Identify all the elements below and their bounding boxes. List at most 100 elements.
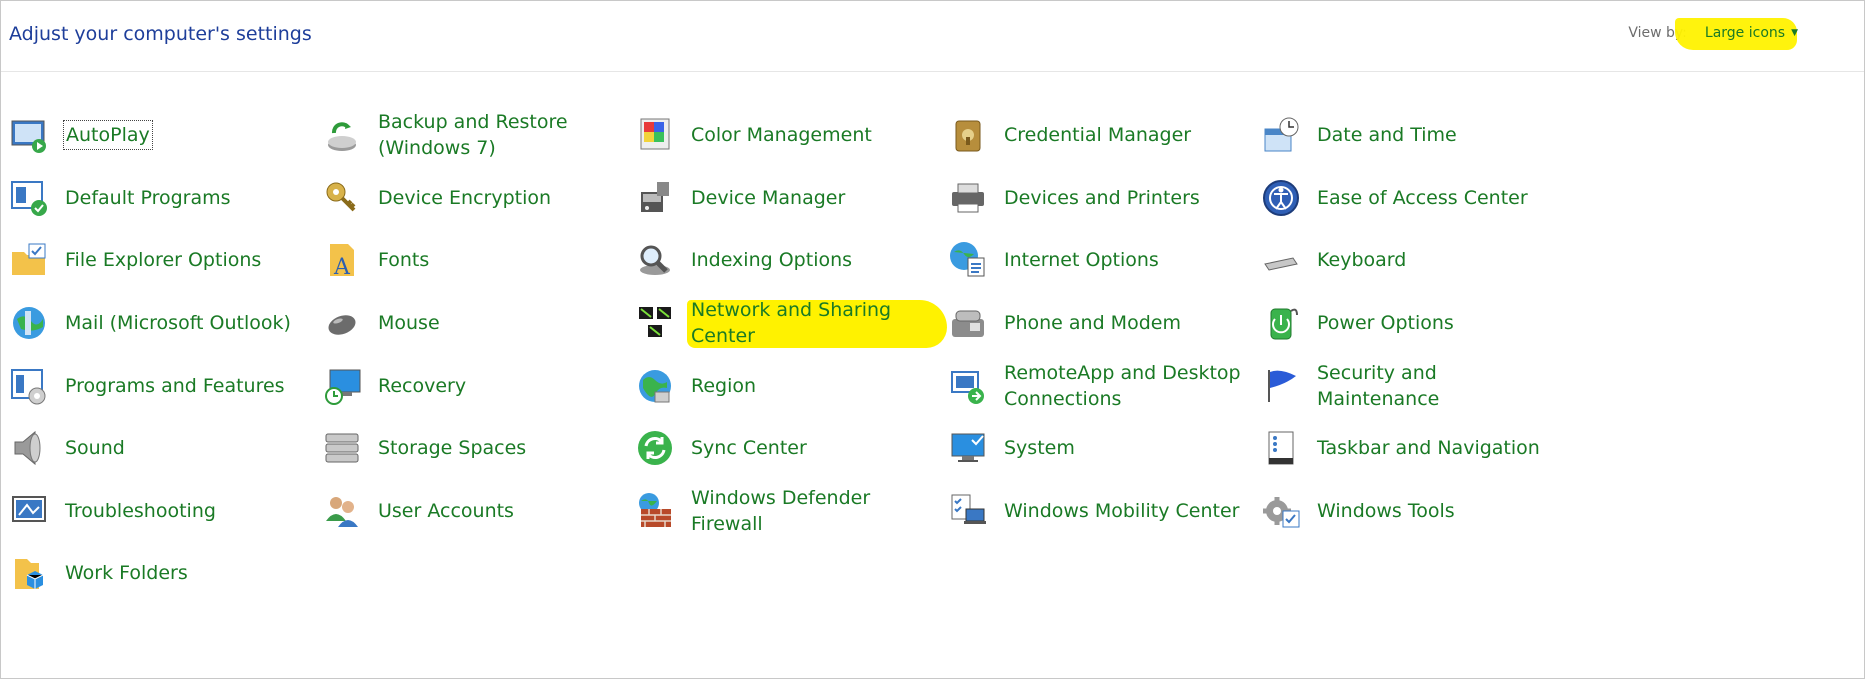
settings-item-label: User Accounts (378, 499, 514, 522)
settings-item-phone-modem[interactable]: Phone and Modem (948, 292, 1261, 355)
user-accounts-icon (322, 491, 362, 531)
device-encryption-icon (322, 178, 362, 218)
settings-item-security-maintenance[interactable]: Security and Maintenance (1261, 354, 1574, 417)
troubleshooting-icon (9, 491, 49, 531)
settings-item-autoplay[interactable]: AutoPlay (9, 104, 322, 167)
work-folders-icon (9, 553, 49, 593)
security-maintenance-icon (1261, 366, 1301, 406)
settings-item-mobility-center[interactable]: Windows Mobility Center (948, 480, 1261, 543)
remoteapp-icon (948, 366, 988, 406)
settings-item-devices-printers[interactable]: Devices and Printers (948, 167, 1261, 230)
recovery-icon (322, 366, 362, 406)
settings-item-mail[interactable]: Mail (Microsoft Outlook) (9, 292, 322, 355)
settings-item-system[interactable]: System (948, 417, 1261, 480)
network-sharing-icon (635, 303, 675, 343)
settings-item-device-manager[interactable]: Device Manager (635, 167, 948, 230)
settings-item-storage-spaces[interactable]: Storage Spaces (322, 417, 635, 480)
view-by-control: View by: Large icons ▼ (1628, 18, 1802, 50)
backup-restore-icon (322, 115, 362, 155)
settings-item-label: Power Options (1317, 312, 1454, 335)
ease-of-access-icon (1261, 178, 1301, 218)
settings-item-power-options[interactable]: Power Options (1261, 292, 1574, 355)
settings-item-backup-restore[interactable]: Backup and Restore (Windows 7) (322, 104, 635, 167)
settings-item-sync-center[interactable]: Sync Center (635, 417, 948, 480)
settings-item-programs-features[interactable]: Programs and Features (9, 354, 322, 417)
color-management-icon (635, 115, 675, 155)
mail-icon (9, 303, 49, 343)
settings-item-label: Recovery (378, 374, 467, 397)
settings-item-label: Sync Center (691, 437, 807, 460)
svg-text:A: A (333, 255, 351, 280)
settings-item-default-programs[interactable]: Default Programs (9, 167, 322, 230)
settings-item-label: Fonts (378, 249, 430, 272)
settings-item-internet-options[interactable]: Internet Options (948, 229, 1261, 292)
settings-grid: AutoPlay Backup and Restore (Windows 7) … (9, 104, 1574, 605)
settings-item-mouse[interactable]: Mouse (322, 292, 635, 355)
settings-item-label: Internet Options (1004, 249, 1159, 272)
settings-item-date-time[interactable]: Date and Time (1261, 104, 1574, 167)
settings-item-label: Programs and Features (65, 374, 285, 397)
device-manager-icon (635, 178, 675, 218)
settings-item-label: Region (691, 374, 757, 397)
settings-item-label: RemoteApp and Desktop Connections (1004, 361, 1241, 410)
settings-item-sound[interactable]: Sound (9, 417, 322, 480)
header-bar: Adjust your computer's settings View by:… (1, 1, 1864, 72)
settings-item-label: Device Manager (691, 186, 846, 209)
phone-modem-icon (948, 303, 988, 343)
settings-item-work-folders[interactable]: Work Folders (9, 542, 322, 605)
view-by-dropdown[interactable]: Large icons ▼ (1674, 18, 1802, 50)
chevron-down-icon: ▼ (1791, 28, 1798, 38)
settings-item-label: Security and Maintenance (1317, 361, 1440, 410)
storage-spaces-icon (322, 428, 362, 468)
settings-item-credential-manager[interactable]: Credential Manager (948, 104, 1261, 167)
settings-item-label: Mouse (378, 312, 440, 335)
settings-item-label: Work Folders (65, 562, 188, 585)
settings-item-ease-of-access[interactable]: Ease of Access Center (1261, 167, 1574, 230)
settings-item-keyboard[interactable]: Keyboard (1261, 229, 1574, 292)
settings-item-firewall[interactable]: Windows Defender Firewall (635, 480, 948, 543)
mouse-icon (322, 303, 362, 343)
taskbar-navigation-icon (1261, 428, 1301, 468)
settings-item-label: Credential Manager (1004, 124, 1192, 147)
indexing-options-icon (635, 240, 675, 280)
settings-item-label: Device Encryption (378, 186, 552, 209)
settings-item-user-accounts[interactable]: User Accounts (322, 480, 635, 543)
settings-item-network-sharing[interactable]: Network and Sharing Center (635, 292, 948, 355)
settings-item-windows-tools[interactable]: Windows Tools (1261, 480, 1574, 543)
view-by-value: Large icons (1704, 25, 1786, 41)
settings-item-region[interactable]: Region (635, 354, 948, 417)
settings-item-label: Color Management (691, 124, 872, 147)
system-icon (948, 428, 988, 468)
settings-item-label: Sound (65, 437, 125, 460)
settings-item-label: System (1004, 437, 1075, 460)
settings-item-recovery[interactable]: Recovery (322, 354, 635, 417)
settings-item-label: AutoPlay (63, 120, 153, 151)
settings-item-label: Mail (Microsoft Outlook) (65, 312, 291, 335)
settings-item-fonts[interactable]: A Fonts (322, 229, 635, 292)
settings-item-troubleshooting[interactable]: Troubleshooting (9, 480, 322, 543)
devices-printers-icon (948, 178, 988, 218)
settings-item-label: Storage Spaces (378, 437, 527, 460)
settings-item-label: Phone and Modem (1004, 312, 1181, 335)
settings-item-file-explorer-options[interactable]: File Explorer Options (9, 229, 322, 292)
settings-item-indexing-options[interactable]: Indexing Options (635, 229, 948, 292)
settings-item-device-encryption[interactable]: Device Encryption (322, 167, 635, 230)
mobility-center-icon (948, 491, 988, 531)
settings-item-taskbar-navigation[interactable]: Taskbar and Navigation (1261, 417, 1574, 480)
internet-options-icon (948, 240, 988, 280)
file-explorer-options-icon (9, 240, 49, 280)
settings-item-label: Ease of Access Center (1317, 186, 1528, 209)
autoplay-icon (9, 115, 49, 155)
page-title: Adjust your computer's settings (9, 23, 312, 45)
credential-manager-icon (948, 115, 988, 155)
fonts-icon: A (322, 240, 362, 280)
keyboard-icon (1261, 240, 1301, 280)
settings-item-remoteapp[interactable]: RemoteApp and Desktop Connections (948, 354, 1261, 417)
region-icon (635, 366, 675, 406)
settings-item-label: Indexing Options (691, 249, 853, 272)
sync-center-icon (635, 428, 675, 468)
control-panel-window: Adjust your computer's settings View by:… (0, 0, 1865, 679)
settings-item-label: Windows Tools (1317, 499, 1455, 522)
settings-item-color-management[interactable]: Color Management (635, 104, 948, 167)
settings-item-label: Taskbar and Navigation (1317, 437, 1540, 460)
